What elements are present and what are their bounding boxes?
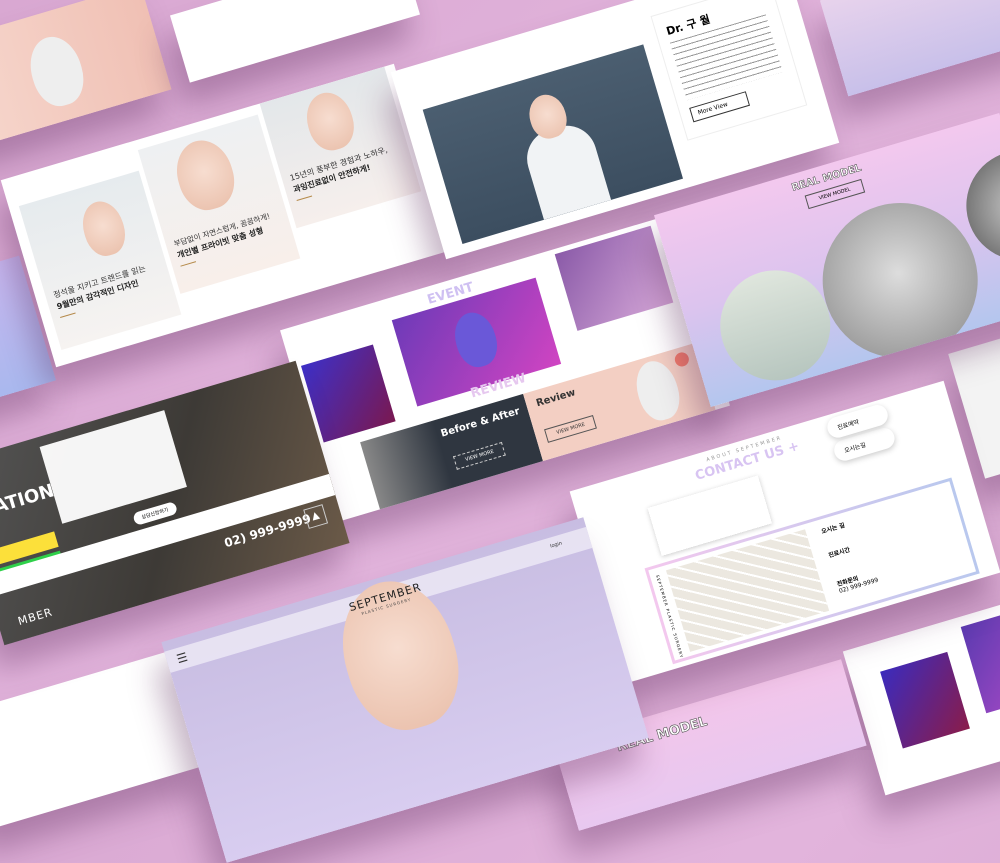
consultation-heading: LTATION (0, 480, 57, 524)
model-face (168, 133, 242, 217)
partial-card-top-right (819, 0, 1000, 97)
review-subheading: Review (534, 387, 577, 410)
statue-purple-photo (554, 225, 674, 331)
neon-photo (960, 607, 1000, 714)
model-face (300, 87, 360, 156)
divider (296, 195, 313, 201)
footer-brand: MBER (16, 605, 55, 629)
model-face (76, 196, 131, 261)
divider (60, 312, 76, 318)
before-after-heading: Before & After (439, 405, 522, 440)
statue-image (629, 356, 686, 426)
doctor-coat (519, 118, 612, 220)
statue-image (22, 30, 91, 112)
statue-photo (880, 651, 970, 749)
doctor-photo (422, 44, 683, 244)
rose-image (673, 350, 691, 369)
view-more-button[interactable]: VIEW MORE (452, 441, 507, 470)
model-face (448, 307, 503, 372)
doctor-info-box: Dr. 구 월 More View (650, 0, 808, 141)
partial-event-card-bottom-right (842, 594, 1000, 796)
scroll-top-button[interactable]: ▲ (303, 504, 329, 529)
partial-review-card-top-left (0, 0, 172, 147)
divider (180, 261, 197, 267)
view-more-button[interactable]: VIEW MORE (544, 414, 598, 443)
map-image[interactable] (665, 529, 830, 652)
